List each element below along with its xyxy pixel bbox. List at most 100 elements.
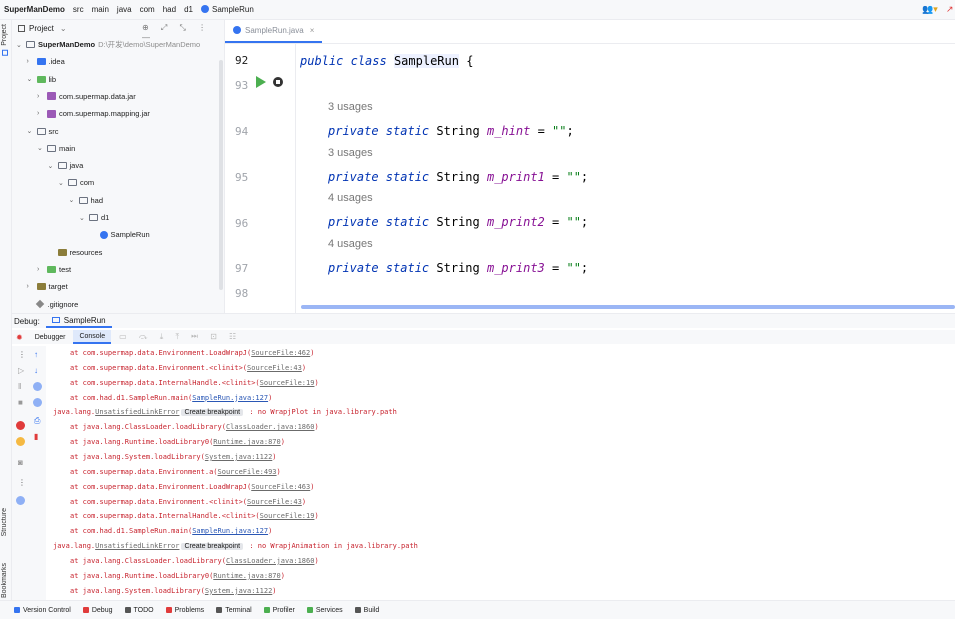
more-icon-2[interactable]: ⋮ [18,478,26,487]
breadcrumb-item[interactable]: main [92,5,109,14]
scroll-to-end-icon[interactable] [33,398,42,407]
structure-tool-window-button[interactable]: Structure [1,508,8,536]
notification-icon[interactable]: ↗ [946,4,954,15]
camera-icon[interactable]: ◙ [18,458,23,467]
exception-line[interactable]: java.lang.UnsatisfiedLinkError Create bre… [53,408,397,417]
stack-trace-line[interactable]: at java.lang.System.loadLibrary(System.j… [70,453,277,461]
exception-line[interactable]: java.lang.UnsatisfiedLinkError Create bre… [53,542,418,551]
stack-trace-line[interactable]: at java.lang.ClassLoader.loadLibrary(Cla… [70,557,319,565]
tab-debugger[interactable]: Debugger [29,330,72,344]
bookmarks-tool-window-button[interactable]: Bookmarks [1,563,8,598]
tree-item--idea[interactable]: › .idea [27,53,65,70]
tree-item-resources[interactable]: resources [48,244,102,261]
breadcrumb-item[interactable]: src [73,5,84,14]
source-link[interactable]: SourceFile:43 [247,498,302,506]
line-gutter[interactable]: 92 93 94 95 96 97 98 [225,44,296,313]
breakpoints-icon[interactable] [16,421,25,430]
usages-hint[interactable]: 4 usages [328,192,373,204]
stack-trace-line[interactable]: at com.supermap.data.Environment.LoadWra… [70,483,314,491]
source-link[interactable]: SourceFile:493 [218,468,277,476]
user-icon[interactable]: 👥▾ [922,4,938,15]
chevron-right-icon[interactable]: › [27,283,37,290]
create-breakpoint-button[interactable]: Create breakpoint [181,409,244,417]
toolbar-terminal[interactable]: Terminal [216,607,252,614]
resume-icon[interactable]: ▷ [18,366,24,375]
stack-trace-line[interactable]: at com.supermap.data.Environment.a(Sourc… [70,468,281,476]
tree-item-main[interactable]: ⌄ main [37,140,75,157]
source-link[interactable]: Runtime.java:870 [213,438,280,446]
stack-trace-line[interactable]: at com.supermap.data.Environment.LoadWra… [70,349,314,357]
stack-trace-line[interactable]: at com.supermap.data.Environment.<clinit… [70,364,306,372]
field-declaration[interactable]: private static String m_hint = ""; [328,124,574,138]
usages-hint[interactable]: 3 usages [328,147,373,159]
chevron-down-icon[interactable]: ⌄ [58,179,68,187]
project-scrollbar[interactable] [219,60,223,290]
more-icon[interactable]: ⋮ [18,350,26,359]
stack-trace-line[interactable]: at com.had.d1.SampleRun.main(SampleRun.j… [70,394,272,402]
stop-icon[interactable]: ■ [18,398,23,407]
tab-samplerun-java[interactable]: SampleRun.java × [225,20,323,43]
up-arrow-icon[interactable]: ↑ [34,350,38,359]
chevron-down-icon[interactable]: ⌄ [16,41,26,49]
chevron-down-icon[interactable]: ⌄ [37,144,47,152]
stack-trace-line[interactable]: at com.supermap.data.InternalHandle.<cli… [70,512,319,520]
tree-item-com-supermap-data-jar[interactable]: › com.supermap.data.jar [37,88,136,105]
toolbar-profiler[interactable]: Profiler [263,607,295,614]
toolbar-version-control[interactable]: Version Control [14,607,71,614]
pause-icon[interactable]: ‖ [18,382,21,391]
tree-item-samplerun[interactable]: SampleRun [90,226,150,243]
breadcrumb-item[interactable]: had [163,5,176,14]
source-link[interactable]: System.java:1122 [205,587,272,595]
tree-item-com[interactable]: ⌄ com [58,174,94,191]
toolbar-services[interactable]: Services [306,607,343,614]
toolbar-debug[interactable]: Debug [82,607,113,614]
toolbar-build[interactable]: Build [354,607,379,614]
project-panel-title[interactable]: Project [29,24,54,33]
source-link[interactable]: SourceFile:43 [247,364,302,372]
source-link[interactable]: SourceFile:462 [251,349,310,357]
chevron-down-icon[interactable]: ⌄ [27,75,37,83]
source-link[interactable]: SampleRun.java:127 [192,394,268,402]
stack-trace-line[interactable]: at java.lang.Runtime.loadLibrary0(Runtim… [70,438,285,446]
toolbar-problems[interactable]: Problems [165,607,204,614]
tree-item-src[interactable]: ⌄ src [27,123,59,140]
settings-icon[interactable] [16,496,25,505]
breadcrumb-item[interactable]: java [117,5,132,14]
field-declaration[interactable]: private static String m_print2 = ""; [328,215,588,229]
chevron-down-icon[interactable]: ⌄ [27,127,37,135]
console-output[interactable]: at com.supermap.data.Environment.LoadWra… [46,346,955,601]
breadcrumb-item[interactable]: SuperManDemo [4,5,65,14]
breadcrumb-item[interactable]: com [140,5,155,14]
chevron-right-icon[interactable]: › [27,58,37,65]
chevron-right-icon[interactable]: › [37,93,47,100]
stack-trace-line[interactable]: at com.supermap.data.Environment.<clinit… [70,498,306,506]
debug-config-tab[interactable]: SampleRun [45,314,112,328]
down-arrow-icon[interactable]: ↓ [34,366,38,375]
stack-trace-line[interactable]: at com.supermap.data.InternalHandle.<cli… [70,379,319,387]
class-declaration[interactable]: public class SampleRun { [300,54,473,68]
tree-item-java[interactable]: ⌄ java [48,157,84,174]
stack-trace-line[interactable]: at java.lang.ClassLoader.loadLibrary(Cla… [70,423,319,431]
run-icon[interactable] [256,76,266,88]
chevron-down-icon[interactable]: ⌄ [69,196,79,204]
debug-gutter-icon[interactable] [273,77,283,87]
source-link[interactable]: ClassLoader.java:1860 [226,557,315,565]
source-link[interactable]: SourceFile:19 [260,379,315,387]
print-icon[interactable]: ⎙ [34,416,40,426]
tree-item-test[interactable]: › test [37,261,71,278]
stack-trace-line[interactable]: at com.had.d1.SampleRun.main(SampleRun.j… [70,527,272,535]
source-link[interactable]: System.java:1122 [205,453,272,461]
debug-step-tools[interactable]: ▭ ⤼ ⤓ ⤒ ⏭ ⊡ ☷ [119,332,241,342]
mute-breakpoints-icon[interactable] [16,437,25,446]
tree-item--gitignore[interactable]: .gitignore [27,296,78,313]
source-link[interactable]: ClassLoader.java:1860 [226,423,315,431]
delete-icon[interactable]: ▮ [34,432,38,441]
chevron-right-icon[interactable]: › [37,110,47,117]
editor-horizontal-scrollbar[interactable] [301,305,955,309]
source-link[interactable]: SourceFile:19 [260,512,315,520]
tree-item-d1[interactable]: ⌄ d1 [79,209,109,226]
chevron-right-icon[interactable]: › [37,266,47,273]
chevron-down-icon[interactable]: ⌄ [48,162,58,170]
tab-console[interactable]: Console [73,330,112,344]
exception-link[interactable]: UnsatisfiedLinkError [95,542,179,550]
